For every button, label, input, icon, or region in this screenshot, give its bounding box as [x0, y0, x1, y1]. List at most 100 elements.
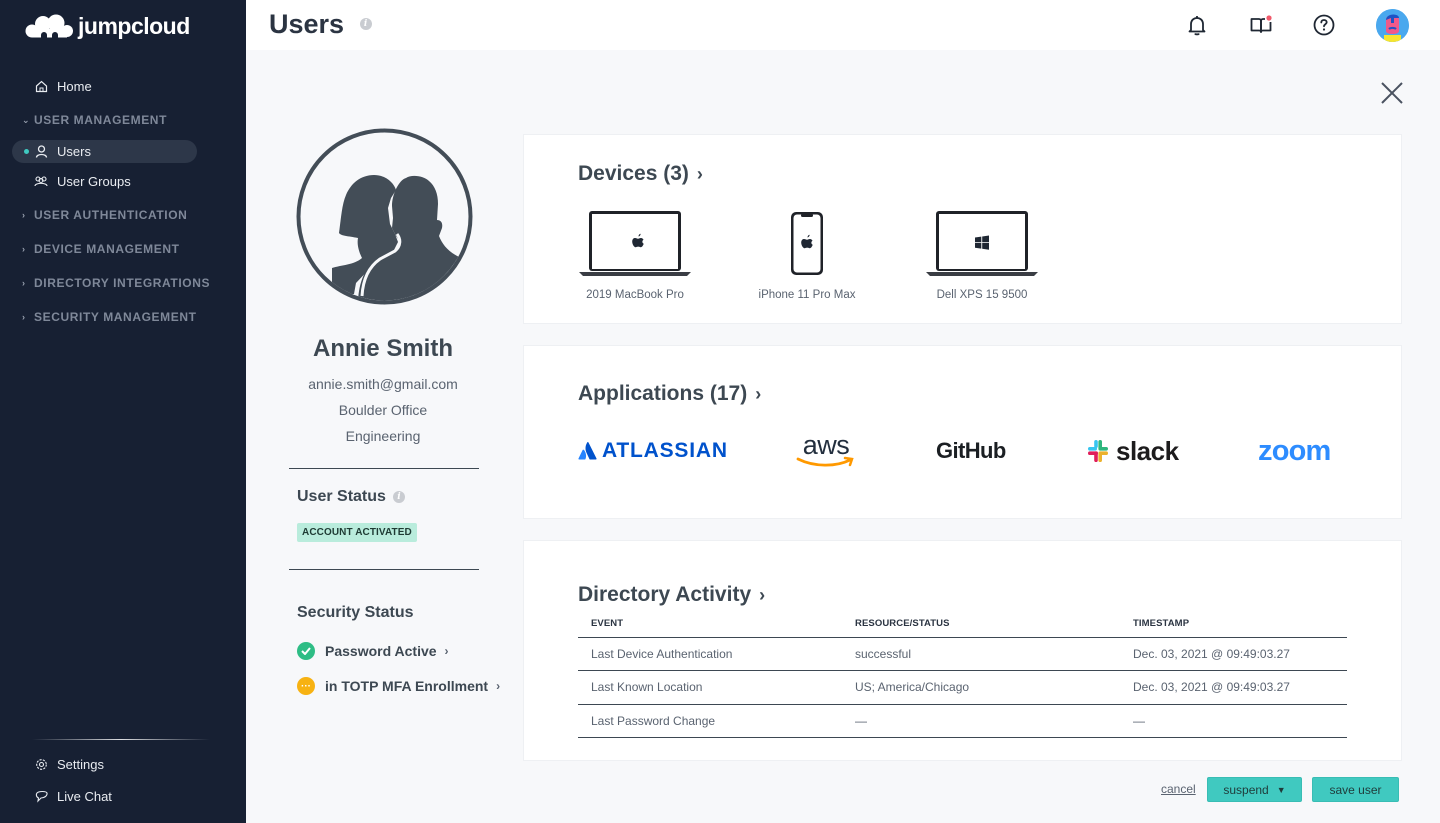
table-row: Last Device Authentication successful De…	[578, 637, 1347, 671]
status-cell: —	[855, 704, 1133, 738]
device-iphone[interactable]	[722, 209, 892, 282]
app-name: aws	[802, 430, 850, 460]
caret-down-icon: ▼	[1276, 784, 1286, 795]
cancel-link[interactable]: cancel	[1161, 782, 1196, 796]
column-header-event: EVENT	[578, 611, 855, 638]
chevron-right-icon: ›	[759, 584, 766, 605]
sidebar-item-label: Live Chat	[57, 789, 112, 804]
help-icon[interactable]	[1312, 13, 1336, 37]
chevron-right-icon: ›	[22, 244, 26, 254]
app-atlassian[interactable]: ATLASSIAN	[578, 431, 728, 471]
chevron-right-icon: ›	[496, 679, 501, 693]
profile-avatar-icon	[296, 128, 473, 305]
security-item-label: Password Active	[325, 643, 437, 659]
slack-logo-icon	[1088, 440, 1108, 462]
column-header-timestamp: TIMESTAMP	[1133, 611, 1347, 638]
device-macbook[interactable]	[550, 209, 720, 282]
table-header-row: EVENT RESOURCE/STATUS TIMESTAMP	[578, 611, 1347, 638]
applications-title[interactable]: Applications (17) ›	[578, 382, 761, 406]
sidebar-item-label: User Groups	[57, 174, 131, 189]
devices-card: Devices (3) › 2019 MacBook Pro iPhone 11…	[523, 134, 1402, 324]
status-cell: successful	[855, 637, 1133, 671]
chevron-right-icon: ›	[755, 383, 762, 404]
sidebar-item-user-groups[interactable]: User Groups	[34, 174, 131, 189]
jumpcloud-logo[interactable]: jumpcloud	[24, 12, 190, 40]
app-slack[interactable]: slack	[1085, 431, 1179, 471]
divider	[289, 468, 479, 469]
sidebar-item-settings[interactable]: Settings	[34, 757, 104, 772]
save-user-button[interactable]: save user	[1312, 777, 1399, 802]
chevron-right-icon: ›	[696, 163, 703, 184]
activity-table: EVENT RESOURCE/STATUS TIMESTAMP Last Dev…	[578, 611, 1347, 738]
sidebar-divider	[32, 739, 210, 740]
user-department: Engineering	[345, 428, 421, 444]
info-icon[interactable]: i	[392, 491, 405, 503]
book-icon[interactable]	[1249, 13, 1273, 37]
app-name: GitHub	[936, 438, 1006, 463]
sidebar: jumpcloud Home ⌄ USER MANAGEMENT Users U…	[0, 0, 246, 823]
device-label: Dell XPS 15 9500	[936, 289, 1028, 301]
security-item-password[interactable]: Password Active ›	[297, 642, 449, 660]
timestamp-cell: Dec. 03, 2021 @ 09:49:03.27	[1133, 670, 1347, 705]
suspend-button[interactable]: suspend ▼	[1207, 777, 1302, 802]
sidebar-item-home[interactable]: Home	[34, 79, 92, 94]
security-status-label: Security Status	[297, 604, 414, 621]
top-header: Users i	[246, 0, 1440, 50]
security-status-heading: Security Status	[297, 604, 413, 622]
applications-card: Applications (17) › ATLASSIAN aws GitHub…	[523, 345, 1402, 519]
divider	[289, 569, 479, 570]
section-label: DIRECTORY INTEGRATIONS	[34, 276, 211, 290]
brand-name: jumpcloud	[78, 12, 190, 39]
phone-apple-icon	[791, 212, 823, 275]
event-cell: Last Known Location	[578, 670, 855, 705]
cloud-logo-icon	[25, 14, 73, 38]
user-status-heading: User Status i	[297, 488, 405, 506]
timestamp-cell: Dec. 03, 2021 @ 09:49:03.27	[1133, 637, 1347, 671]
directory-activity-title[interactable]: Directory Activity ›	[578, 583, 765, 607]
status-cell: US; America/Chicago	[855, 670, 1133, 705]
page-title-text: Users	[269, 9, 345, 39]
active-indicator-dot	[24, 149, 29, 154]
gear-icon	[34, 758, 48, 772]
chevron-right-icon: ›	[22, 312, 26, 322]
user-status-label: User Status	[297, 488, 386, 505]
laptop-windows-icon	[926, 211, 1038, 276]
aws-smile-icon	[796, 456, 854, 467]
sidebar-section-device-management[interactable]: › DEVICE MANAGEMENT	[22, 242, 180, 256]
table-row: Last Known Location US; America/Chicago …	[578, 670, 1347, 705]
sidebar-section-user-management[interactable]: ⌄ USER MANAGEMENT	[22, 113, 167, 127]
app-name: ATLASSIAN	[602, 439, 728, 462]
sidebar-section-directory-integrations[interactable]: › DIRECTORY INTEGRATIONS	[22, 276, 210, 290]
page-title: Users i	[269, 9, 372, 40]
bell-icon[interactable]	[1185, 13, 1209, 37]
device-label: iPhone 11 Pro Max	[758, 289, 856, 301]
sidebar-item-users[interactable]: Users	[34, 144, 91, 159]
security-item-mfa[interactable]: ··· in TOTP MFA Enrollment ›	[297, 677, 500, 695]
info-icon[interactable]: i	[359, 17, 372, 30]
close-icon[interactable]	[1378, 79, 1406, 107]
app-github[interactable]: GitHub	[936, 431, 1006, 471]
user-avatar[interactable]	[1376, 9, 1409, 42]
user-email: annie.smith@gmail.com	[308, 376, 458, 392]
app-zoom[interactable]: zoom	[1258, 431, 1331, 471]
security-item-label: in TOTP MFA Enrollment	[325, 678, 489, 694]
section-label: DEVICE MANAGEMENT	[34, 242, 180, 256]
app-name: slack	[1116, 435, 1179, 466]
section-label: USER AUTHENTICATION	[34, 208, 188, 222]
sidebar-item-live-chat[interactable]: Live Chat	[34, 789, 112, 804]
chevron-right-icon: ›	[22, 210, 26, 220]
device-dell[interactable]	[897, 209, 1067, 282]
chevron-right-icon: ›	[444, 644, 449, 658]
app-aws[interactable]: aws	[796, 431, 856, 471]
sidebar-section-security-management[interactable]: › SECURITY MANAGEMENT	[22, 310, 197, 324]
chat-icon	[34, 790, 48, 804]
status-badge: ACCOUNT ACTIVATED	[297, 523, 417, 542]
directory-activity-card: Directory Activity › EVENT RESOURCE/STAT…	[523, 540, 1402, 761]
user-icon	[34, 145, 48, 159]
devices-title[interactable]: Devices (3) ›	[578, 162, 703, 186]
section-label: SECURITY MANAGEMENT	[34, 310, 197, 324]
app-name: zoom	[1258, 434, 1331, 467]
column-header-resource-status: RESOURCE/STATUS	[855, 611, 1133, 638]
suspend-label: suspend	[1223, 782, 1269, 797]
sidebar-section-user-authentication[interactable]: › USER AUTHENTICATION	[22, 208, 187, 222]
